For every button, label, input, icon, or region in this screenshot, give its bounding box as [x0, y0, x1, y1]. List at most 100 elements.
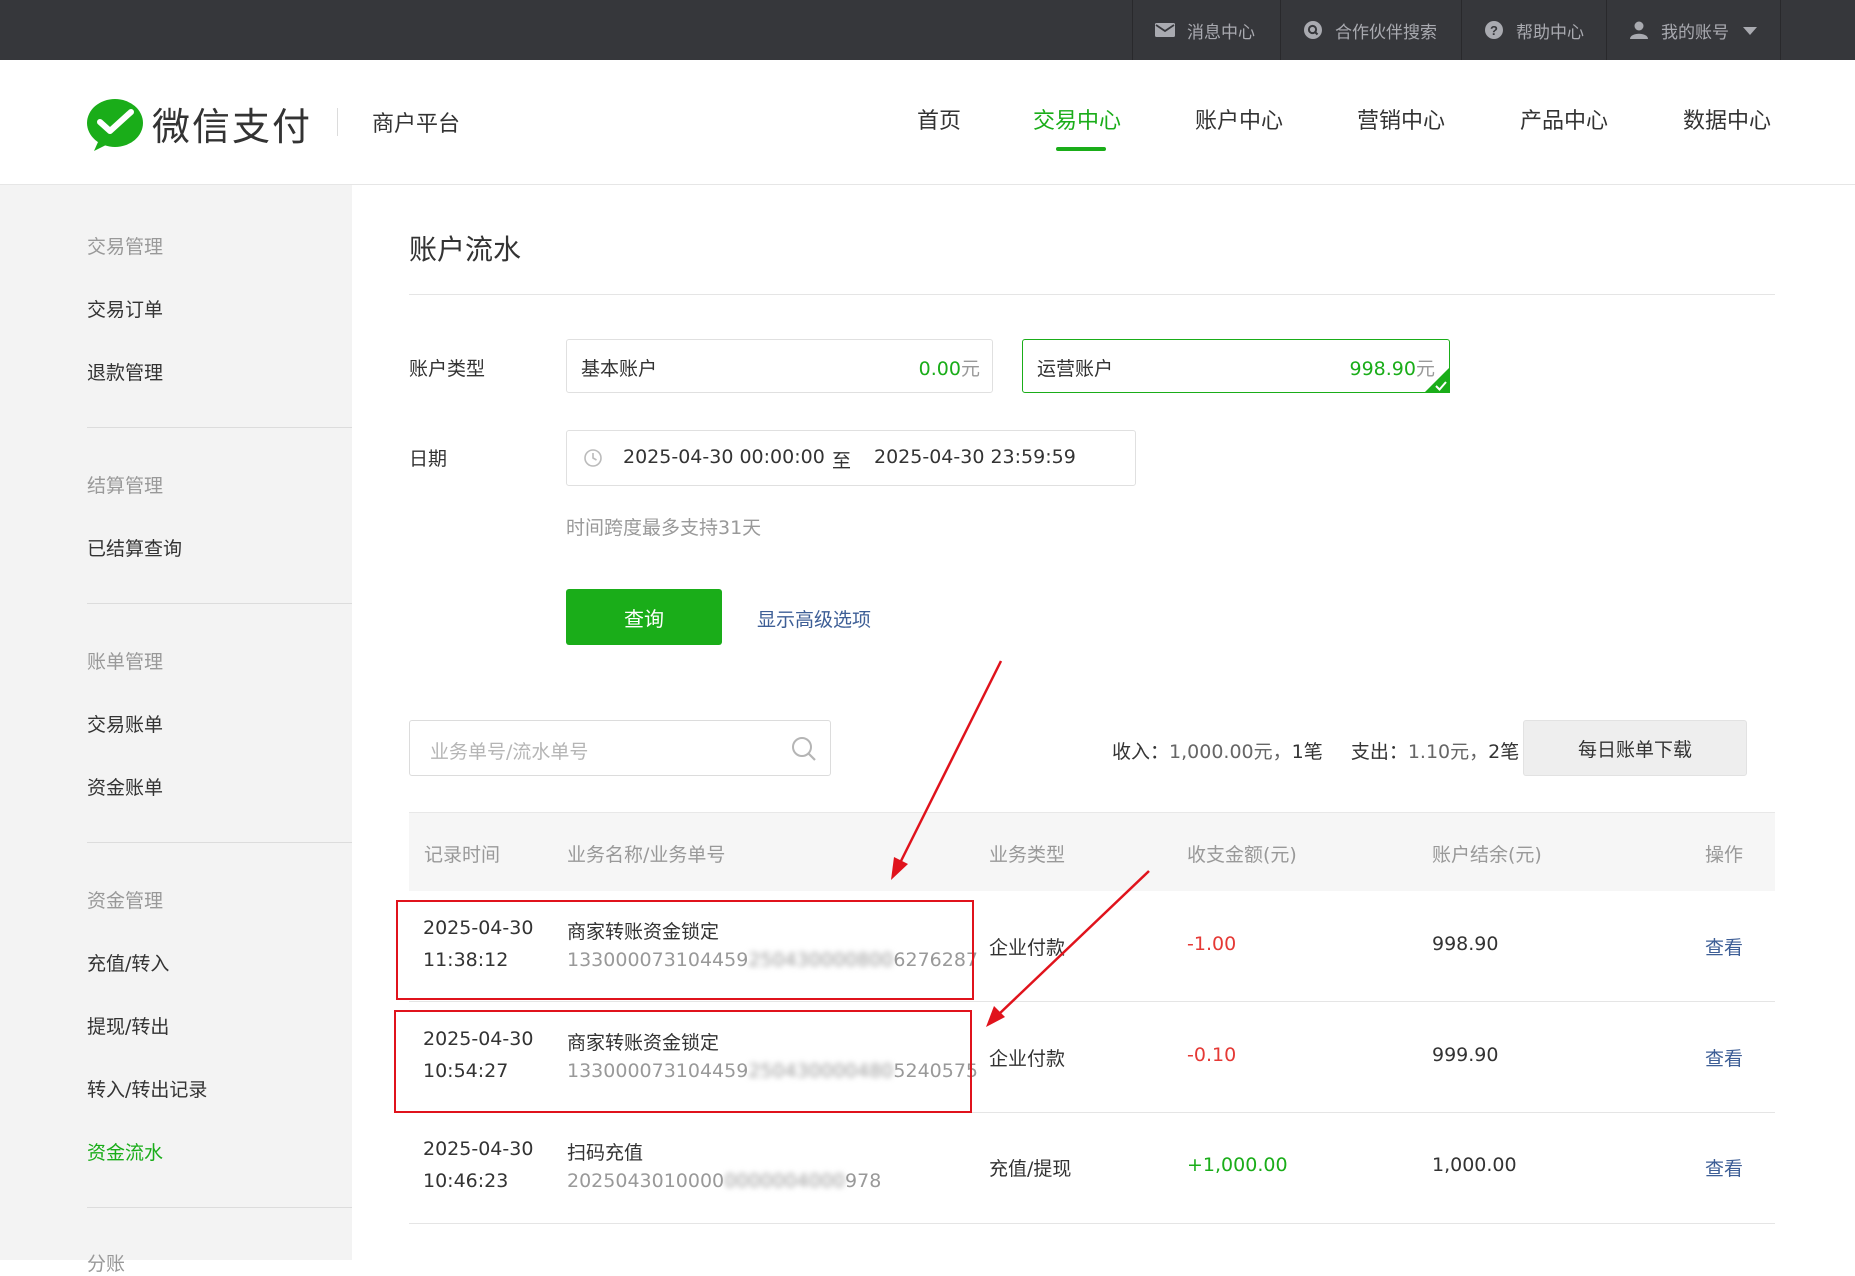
account-balance: 0.00元: [918, 358, 980, 380]
date-from-value[interactable]: 2025-04-30 00:00:00: [623, 446, 825, 468]
row-business-type: 企业付款: [989, 1048, 1066, 1070]
show-advanced-options-link[interactable]: 显示高级选项: [757, 605, 871, 632]
row-view-link[interactable]: 查看: [1705, 1154, 1743, 1181]
sidebar-item-transaction-bill[interactable]: 交易账单: [87, 710, 163, 737]
expense-label: 支出：: [1350, 741, 1408, 763]
sidebar-divider: [87, 603, 352, 604]
col-record-time: 记录时间: [424, 844, 501, 866]
message-center-link[interactable]: 消息中心: [1132, 0, 1280, 60]
nav-data-center[interactable]: 数据中心: [1683, 103, 1771, 135]
query-button[interactable]: 查询: [566, 589, 722, 645]
daily-bill-download-button[interactable]: 每日账单下载: [1523, 720, 1747, 776]
highlight-box: [396, 900, 974, 1000]
row-business-name: 扫码充值: [567, 1142, 644, 1164]
row-amount: -1.00: [1187, 933, 1237, 955]
row-amount: +1,000.00: [1187, 1154, 1288, 1176]
partner-search-label: 合作伙伴搜索: [1335, 22, 1437, 43]
my-account-label: 我的账号: [1661, 22, 1729, 43]
top-bar: 消息中心 合作伙伴搜索 ? 帮助中心 我的账号: [0, 0, 1855, 60]
col-amount: 收支金额(元): [1187, 844, 1297, 866]
account-option-operating[interactable]: 运营账户 998.90元: [1022, 339, 1450, 393]
nav-account-center[interactable]: 账户中心: [1195, 103, 1283, 135]
nav-transaction-center[interactable]: 交易中心: [1033, 103, 1121, 135]
sidebar-item-settled-query[interactable]: 已结算查询: [87, 534, 182, 561]
col-business-name: 业务名称/业务单号: [567, 844, 726, 866]
row-amount: -0.10: [1187, 1044, 1237, 1066]
selected-check-icon: [1424, 367, 1450, 393]
brand-divider: [337, 108, 338, 136]
account-name: 运营账户: [1037, 358, 1114, 380]
search-placeholder: 业务单号/流水单号: [430, 741, 589, 763]
row-time: 10:46:23: [423, 1170, 509, 1192]
svg-text:?: ?: [1490, 23, 1498, 38]
help-icon: ?: [1484, 20, 1504, 40]
sidebar-item-fund-flow[interactable]: 资金流水: [87, 1138, 163, 1165]
sidebar-item-transfer-records[interactable]: 转入/转出记录: [87, 1075, 207, 1102]
row-balance: 999.90: [1432, 1044, 1499, 1066]
message-center-label: 消息中心: [1187, 22, 1255, 43]
date-span-hint: 时间跨度最多支持31天: [566, 517, 762, 539]
my-account-menu[interactable]: 我的账号: [1606, 0, 1781, 60]
row-balance: 998.90: [1432, 933, 1499, 955]
chevron-down-icon: [1743, 20, 1757, 40]
wechat-pay-logo-icon[interactable]: [86, 98, 144, 152]
help-center-label: 帮助中心: [1516, 22, 1584, 43]
sidebar-divider: [87, 842, 352, 843]
row-business-type: 充值/提现: [989, 1158, 1072, 1180]
col-business-type: 业务类型: [989, 844, 1066, 866]
income-expense-summary: 收入：1,000.00元，1笔 支出：1.10元，2笔: [1112, 737, 1519, 764]
table-row: 2025-04-30 10:46:23 扫码充值 202504301000000…: [409, 1113, 1775, 1224]
income-value: 1,000.00元，: [1169, 741, 1292, 763]
main-header: 微信支付 商户平台 首页 交易中心 账户中心 营销中心 产品中心 数据中心: [0, 60, 1855, 185]
account-balance: 998.90元: [1349, 358, 1436, 380]
table-header: 记录时间 业务名称/业务单号 业务类型 收支金额(元) 账户结余(元) 操作: [409, 812, 1775, 891]
page-title: 账户流水: [409, 233, 522, 266]
row-view-link[interactable]: 查看: [1705, 1044, 1743, 1071]
partner-search-icon: [1303, 20, 1323, 40]
sidebar-group-transaction: 交易管理: [87, 236, 164, 258]
mail-icon: [1155, 20, 1175, 40]
brand-subtitle: 商户平台: [372, 112, 461, 137]
clock-icon: [584, 449, 602, 467]
row-balance: 1,000.00: [1432, 1154, 1517, 1176]
sidebar-item-fund-bill[interactable]: 资金账单: [87, 773, 163, 800]
sidebar-item-orders[interactable]: 交易订单: [87, 295, 163, 322]
account-option-basic[interactable]: 基本账户 0.00元: [566, 339, 993, 393]
date-to-value[interactable]: 2025-04-30 23:59:59: [874, 446, 1076, 468]
sidebar-group-funds: 资金管理: [87, 890, 164, 912]
nav-product-center[interactable]: 产品中心: [1520, 103, 1608, 135]
sidebar-item-recharge[interactable]: 充值/转入: [87, 949, 169, 976]
row-date: 2025-04-30: [423, 1138, 534, 1160]
sidebar-item-withdraw[interactable]: 提现/转出: [87, 1012, 169, 1039]
user-icon: [1629, 20, 1649, 40]
account-type-label: 账户类型: [409, 358, 486, 380]
sidebar-item-refunds[interactable]: 退款管理: [87, 358, 163, 385]
title-divider: [409, 294, 1775, 295]
sidebar-group-settlement: 结算管理: [87, 475, 164, 497]
row-business-number: 20250430100000000004000978: [567, 1170, 882, 1192]
brand-name[interactable]: 微信支付: [152, 96, 312, 151]
highlight-box: [394, 1010, 972, 1113]
row-view-link[interactable]: 查看: [1705, 933, 1743, 960]
nav-marketing-center[interactable]: 营销中心: [1357, 103, 1445, 135]
row-business-type: 企业付款: [989, 937, 1066, 959]
date-separator: 至: [832, 450, 852, 472]
help-center-link[interactable]: ? 帮助中心: [1461, 0, 1606, 60]
sidebar: 交易管理 交易订单 退款管理 结算管理 已结算查询 账单管理 交易账单 资金账单…: [0, 185, 352, 1275]
sidebar-group-profit-sharing: 分账: [87, 1253, 126, 1275]
partner-search-link[interactable]: 合作伙伴搜索: [1280, 0, 1461, 60]
sidebar-group-bills: 账单管理: [87, 651, 164, 673]
sidebar-divider: [87, 427, 352, 428]
search-icon[interactable]: [790, 735, 818, 763]
sidebar-divider: [87, 1207, 352, 1208]
date-range-picker[interactable]: 2025-04-30 00:00:00 至 2025-04-30 23:59:5…: [566, 430, 1136, 486]
income-count: 1笔: [1291, 741, 1323, 763]
col-action: 操作: [1705, 844, 1744, 866]
nav-active-indicator: [1056, 147, 1106, 151]
expense-count: 2笔: [1488, 741, 1520, 763]
nav-home[interactable]: 首页: [917, 103, 961, 135]
account-name: 基本账户: [581, 358, 658, 380]
income-label: 收入：: [1112, 741, 1170, 763]
order-number-search-input[interactable]: 业务单号/流水单号: [409, 720, 831, 776]
expense-value: 1.10元，: [1407, 741, 1489, 763]
